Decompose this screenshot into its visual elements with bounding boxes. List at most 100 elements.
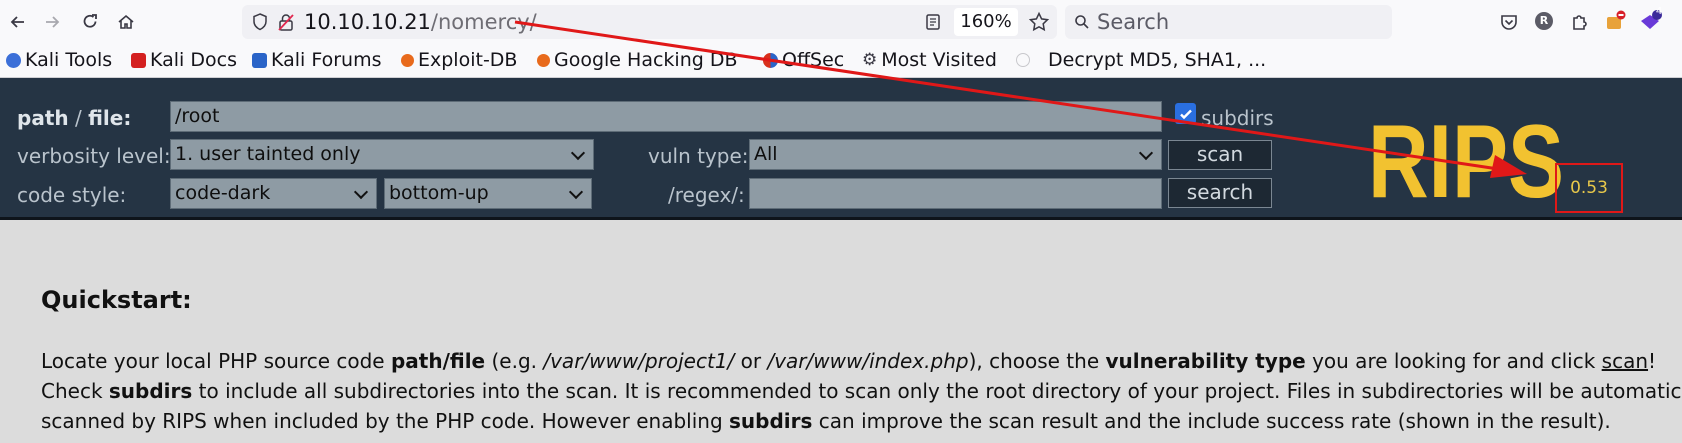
zoom-level-badge[interactable]: 160% bbox=[954, 8, 1018, 36]
text: or bbox=[734, 349, 768, 373]
example-path: /var/www/project1/ bbox=[543, 349, 735, 373]
version-number: 0.53 bbox=[1570, 178, 1608, 198]
back-arrow-icon bbox=[10, 16, 24, 28]
quickstart-line-3: scanned by RIPS when included by the PHP… bbox=[41, 406, 1611, 436]
checkmark-icon bbox=[1179, 109, 1192, 119]
file-label: file: bbox=[88, 106, 132, 130]
extension-icon[interactable] bbox=[1603, 9, 1627, 33]
search-box[interactable]: Search bbox=[1065, 5, 1392, 39]
bookmark-star-icon[interactable] bbox=[1028, 11, 1050, 33]
pocket-icon[interactable] bbox=[1498, 11, 1520, 33]
emphasis: subdirs bbox=[729, 409, 813, 433]
forward-button[interactable] bbox=[38, 8, 66, 36]
reload-button[interactable] bbox=[76, 8, 104, 36]
insecure-lock-icon[interactable] bbox=[276, 12, 296, 32]
text: can improve the scan result and the incl… bbox=[812, 409, 1611, 433]
bookmark-exploit-db[interactable]: Exploit-DB bbox=[401, 46, 517, 74]
bookmark-label: Decrypt MD5, SHA1, ... bbox=[1048, 49, 1267, 71]
bookmark-kali-forums[interactable]: Kali Forums bbox=[252, 46, 382, 74]
quickstart-line-2: Check subdirs to include all subdirector… bbox=[41, 376, 1682, 406]
bookmark-label: Most Visited bbox=[881, 49, 997, 71]
forward-arrow-icon bbox=[46, 16, 60, 28]
ghdb-icon bbox=[537, 53, 550, 67]
bookmark-google-hacking-db[interactable]: Google Hacking DB bbox=[537, 46, 738, 74]
url-host: 10.10.10.21 bbox=[304, 10, 431, 34]
quickstart-line-1: Locate your local PHP source code path/f… bbox=[41, 346, 1656, 376]
rips-logo: RIPS bbox=[1368, 113, 1564, 203]
emphasis: subdirs bbox=[108, 379, 193, 403]
url-bar[interactable]: 10.10.10.21/nomercy/ 160% bbox=[242, 5, 1057, 39]
version-highlight-box: 0.53 bbox=[1555, 163, 1623, 213]
rips-logo-text: RIPS bbox=[1368, 113, 1564, 203]
example-path: /var/www/index.php bbox=[767, 349, 969, 373]
code-style-select[interactable]: code-dark bbox=[170, 178, 377, 209]
offsec-icon bbox=[763, 52, 778, 68]
vuln-type-select[interactable]: All bbox=[749, 139, 1162, 170]
main-content: Quickstart: Locate your local PHP source… bbox=[0, 221, 1682, 443]
home-button[interactable] bbox=[112, 8, 140, 36]
text: you are looking for and click bbox=[1305, 349, 1602, 373]
path-file-label: path / file: bbox=[17, 105, 131, 131]
exploit-db-icon bbox=[401, 53, 414, 67]
shield-icon bbox=[253, 13, 267, 31]
bookmark-label: Kali Forums bbox=[271, 49, 382, 71]
gear-icon: ⚙ bbox=[862, 50, 878, 70]
text: scanned by RIPS when included by the PHP… bbox=[41, 409, 730, 433]
globe-icon bbox=[1016, 53, 1030, 67]
code-style-label: code style: bbox=[17, 183, 127, 207]
bookmark-decrypt-md5[interactable]: Decrypt MD5, SHA1, ... bbox=[1016, 46, 1266, 74]
verbosity-label: verbosity level: bbox=[17, 144, 171, 168]
bookmark-offsec[interactable]: OffSec bbox=[763, 46, 844, 74]
regex-label: /regex/: bbox=[668, 183, 745, 207]
bookmark-most-visited[interactable]: ⚙ Most Visited bbox=[862, 46, 997, 74]
quickstart-title: Quickstart: bbox=[41, 286, 192, 314]
kali-forums-icon bbox=[252, 52, 267, 68]
code-style-value: code-dark bbox=[175, 182, 271, 204]
account-avatar[interactable]: R bbox=[1535, 12, 1553, 30]
order-value: bottom-up bbox=[389, 182, 489, 204]
text: ), choose the bbox=[968, 349, 1106, 373]
scan-link[interactable]: scan bbox=[1602, 349, 1648, 373]
bookmark-label: OffSec bbox=[782, 49, 845, 71]
text: ! bbox=[1648, 349, 1657, 373]
kali-tools-icon bbox=[6, 52, 21, 68]
search-button[interactable]: search bbox=[1168, 178, 1272, 208]
subdirs-label: subdirs bbox=[1201, 106, 1274, 130]
path-input[interactable]: /root bbox=[170, 101, 1162, 132]
regex-input[interactable] bbox=[749, 178, 1162, 209]
url-path: /nomercy/ bbox=[430, 10, 537, 34]
emphasis: vulnerability type bbox=[1105, 349, 1306, 373]
text: Locate your local PHP source code bbox=[41, 349, 391, 373]
bookmark-kali-docs[interactable]: Kali Docs bbox=[131, 46, 237, 74]
bookmark-label: Kali Docs bbox=[150, 49, 237, 71]
back-button[interactable] bbox=[4, 8, 32, 36]
text: Check bbox=[41, 379, 109, 403]
scan-button[interactable]: scan bbox=[1168, 140, 1272, 170]
path-label-separator: / bbox=[68, 106, 89, 130]
bookmark-label: Exploit-DB bbox=[418, 49, 518, 71]
rips-control-panel: path / file: /root subdirs verbosity lev… bbox=[0, 78, 1682, 220]
text: to include all subdirectories into the s… bbox=[192, 379, 1682, 403]
verbosity-select[interactable]: 1. user tainted only bbox=[170, 139, 594, 170]
path-label: path bbox=[17, 106, 69, 130]
reader-view-icon[interactable] bbox=[924, 13, 942, 31]
reload-icon bbox=[83, 14, 97, 28]
bookmark-label: Kali Tools bbox=[25, 49, 113, 71]
bookmark-label: Google Hacking DB bbox=[554, 49, 738, 71]
bookmark-kali-tools[interactable]: Kali Tools bbox=[6, 46, 112, 74]
text: (e.g. bbox=[485, 349, 544, 373]
extension-count: 4 bbox=[1655, 6, 1663, 17]
verbosity-value: 1. user tainted only bbox=[175, 143, 361, 165]
kali-docs-icon bbox=[131, 52, 146, 68]
order-select[interactable]: bottom-up bbox=[384, 178, 592, 209]
bookmarks-toolbar: Kali Tools Kali Docs Kali Forums Exploit… bbox=[0, 44, 1682, 78]
emphasis: path/file bbox=[390, 349, 486, 373]
search-icon bbox=[1075, 15, 1089, 29]
browser-toolbar: 10.10.10.21/nomercy/ 160% Search R 4 bbox=[0, 0, 1682, 44]
home-icon bbox=[118, 14, 134, 29]
vuln-type-label: vuln type: bbox=[648, 144, 749, 168]
vuln-type-value: All bbox=[754, 143, 778, 165]
extensions-puzzle-icon[interactable] bbox=[1569, 10, 1591, 32]
subdirs-checkbox[interactable] bbox=[1175, 103, 1196, 124]
url-text[interactable]: 10.10.10.21/nomercy/ bbox=[304, 8, 537, 36]
